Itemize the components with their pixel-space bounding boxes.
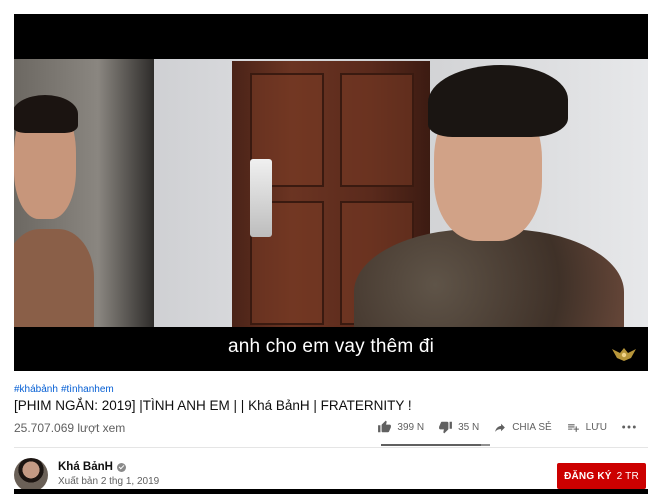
share-button[interactable]: CHIA SẺ: [493, 421, 552, 434]
subscribe-label: ĐĂNG KÝ: [564, 470, 612, 482]
person-right-hair: [428, 65, 568, 137]
verified-badge-icon: [116, 462, 126, 472]
video-subtitle: anh cho em vay thêm đi: [227, 336, 435, 357]
bottom-edge: [14, 489, 648, 494]
share-icon: [495, 423, 506, 432]
more-actions-button[interactable]: [621, 422, 642, 432]
publish-date: Xuất bản 2 thg 1, 2019: [58, 476, 160, 487]
like-ratio-fill: [381, 444, 482, 446]
channel-watermark-logo: [612, 348, 636, 361]
channel-name[interactable]: Khá BảnH: [58, 461, 126, 473]
dislike-button[interactable]: 35 N: [438, 420, 479, 434]
thumbs-down-icon: [439, 421, 452, 434]
subscribe-button[interactable]: ĐĂNG KÝ 2 TR: [557, 463, 646, 489]
thumbs-up-icon: [378, 420, 392, 433]
subscriber-count: 2 TR: [616, 470, 639, 482]
person-left-body: [14, 229, 94, 327]
hashtag-link[interactable]: #tìnhanhem: [61, 384, 114, 395]
hashtag-link[interactable]: #khábảnh: [14, 384, 58, 395]
like-dislike-bar: [381, 444, 490, 446]
more-horizontal-icon: [622, 425, 636, 429]
person-right-body: [354, 229, 624, 327]
section-divider: [14, 447, 648, 448]
video-player[interactable]: anh cho em vay thêm đi: [14, 14, 648, 371]
channel-avatar[interactable]: [14, 458, 48, 492]
playlist-add-icon: [567, 423, 579, 432]
share-label: CHIA SẺ: [512, 421, 552, 433]
view-count: 25.707.069 lượt xem: [14, 421, 126, 435]
door-lock: [250, 159, 272, 237]
hashtag-list: #khábảnh #tìnhanhem: [14, 384, 117, 395]
save-button[interactable]: LƯU: [566, 421, 607, 434]
action-bar: 399 N 35 N CHIA SẺ LƯU: [363, 420, 642, 434]
video-title: [PHIM NGẮN: 2019] |TÌNH ANH EM | | Khá B…: [14, 398, 412, 413]
video-frame: [14, 59, 648, 327]
like-button[interactable]: 399 N: [377, 420, 424, 434]
channel-name-text: Khá BảnH: [58, 461, 113, 473]
dislike-count: 35 N: [458, 421, 480, 433]
like-count: 399 N: [397, 421, 425, 433]
save-label: LƯU: [585, 421, 607, 433]
person-left-hair: [14, 95, 78, 133]
